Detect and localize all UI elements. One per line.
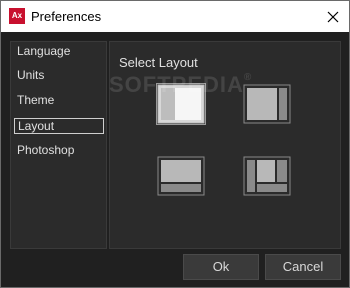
layout-1-icon	[157, 84, 205, 124]
layout-3-icon	[157, 156, 205, 196]
sidebar-item-theme[interactable]: Theme	[14, 93, 102, 107]
title-bar[interactable]: Ax Preferences	[1, 1, 349, 32]
close-button[interactable]	[317, 1, 349, 32]
dialog-client-area: Language Units Theme Layout Photoshop Se…	[1, 32, 349, 287]
cancel-button[interactable]: Cancel	[265, 254, 341, 280]
layout-panel: Select Layout	[109, 41, 341, 249]
layout-option-2[interactable]	[243, 84, 291, 124]
sidebar-item-language[interactable]: Language	[14, 44, 102, 58]
layout-option-4[interactable]	[243, 156, 291, 196]
layout-option-1[interactable]	[157, 84, 205, 124]
sidebar-item-photoshop[interactable]: Photoshop	[14, 143, 102, 157]
ok-button[interactable]: Ok	[183, 254, 259, 280]
layout-4-icon	[243, 156, 291, 196]
layout-option-3[interactable]	[157, 156, 205, 196]
layout-2-icon	[243, 84, 291, 124]
sidebar-item-units[interactable]: Units	[14, 68, 102, 82]
app-icon: Ax	[9, 8, 25, 24]
preferences-window: Ax Preferences Language Units Theme Layo…	[0, 0, 350, 288]
sidebar-item-layout[interactable]: Layout	[14, 118, 104, 134]
close-icon	[327, 11, 339, 22]
preferences-sidebar: Language Units Theme Layout Photoshop	[10, 41, 107, 249]
window-title: Preferences	[31, 9, 102, 24]
section-title: Select Layout	[119, 55, 198, 70]
